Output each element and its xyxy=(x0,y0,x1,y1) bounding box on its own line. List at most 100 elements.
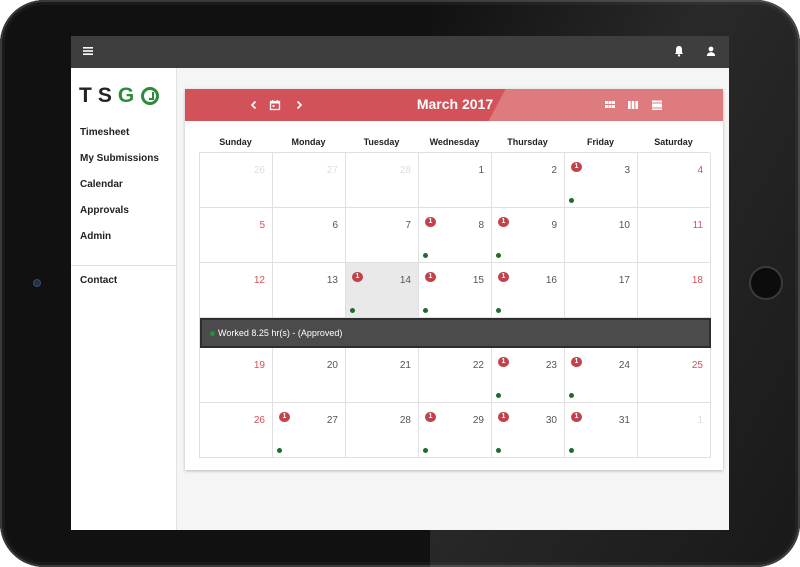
entry-count-badge[interactable]: 1 xyxy=(498,272,509,282)
day-cell[interactable]: 26 xyxy=(200,403,273,458)
day-cell[interactable]: 31 1 xyxy=(565,403,638,458)
entry-count-badge[interactable]: 1 xyxy=(498,217,509,227)
day-cell[interactable]: 29 1 xyxy=(419,403,492,458)
day-cell[interactable]: 12 xyxy=(200,263,273,318)
entry-count-badge[interactable]: 1 xyxy=(352,272,363,282)
day-number: 11 xyxy=(692,220,703,231)
day-cell[interactable]: 17 xyxy=(565,263,638,318)
day-detail-bar[interactable]: Worked 8.25 hr(s) - (Approved) xyxy=(200,318,711,348)
day-cell[interactable]: 28 xyxy=(346,403,419,458)
approved-status-dot xyxy=(350,308,355,313)
day-number: 2 xyxy=(551,165,557,176)
day-number: 30 xyxy=(545,415,557,426)
day-number: 31 xyxy=(618,415,630,426)
day-cell[interactable]: 1 xyxy=(419,153,492,208)
day-cell[interactable]: 4 xyxy=(638,153,711,208)
day-cell[interactable]: 11 xyxy=(638,208,711,263)
week-view-icon[interactable] xyxy=(626,98,640,112)
user-icon[interactable] xyxy=(704,44,720,60)
day-cell[interactable]: 2 xyxy=(492,153,565,208)
sidebar-item-calendar[interactable]: Calendar xyxy=(80,179,123,190)
week-row: 5 6 7 8 1 9 1 10 11 xyxy=(200,208,711,263)
day-cell[interactable]: 31 xyxy=(565,153,638,208)
entry-count-badge[interactable]: 1 xyxy=(425,412,436,422)
weekday-header-row: Sunday Monday Tuesday Wednesday Thursday Frid… xyxy=(199,137,710,153)
tablet-frame: TSG Timesheet My Submissions Calendar Ap… xyxy=(0,0,800,567)
weekday-header: Thursday xyxy=(507,137,548,147)
approved-status-dot xyxy=(569,393,574,398)
day-cell[interactable]: 16 1 xyxy=(492,263,565,318)
entry-count-badge[interactable]: 1 xyxy=(498,412,509,422)
sidebar-item-approvals[interactable]: Approvals xyxy=(80,205,129,216)
entry-count-badge[interactable]: 1 xyxy=(498,357,509,367)
day-number: 21 xyxy=(399,360,411,371)
weekday-header: Sunday xyxy=(219,137,252,147)
month-view-icon[interactable] xyxy=(603,98,617,112)
day-number: 17 xyxy=(618,275,630,286)
entry-count-badge[interactable]: 1 xyxy=(425,217,436,227)
day-cell[interactable]: 15 1 xyxy=(419,263,492,318)
day-cell[interactable]: 27 1 xyxy=(273,403,346,458)
day-cell[interactable]: 1 xyxy=(638,403,711,458)
weekday-header: Friday xyxy=(586,137,614,147)
sidebar-item-my-submissions[interactable]: My Submissions xyxy=(80,153,159,164)
day-cell[interactable]: 25 xyxy=(638,348,711,403)
sidebar-item-contact[interactable]: Contact xyxy=(80,275,117,286)
week-row: 12 13 14 1 15 1 16 1 17 18 xyxy=(200,263,711,318)
calendar-icon[interactable] xyxy=(268,98,282,112)
day-cell[interactable]: 5 xyxy=(200,208,273,263)
day-number: 7 xyxy=(405,220,411,231)
day-cell[interactable]: 10 xyxy=(565,208,638,263)
approved-status-dot xyxy=(210,331,215,336)
day-view-icon[interactable] xyxy=(650,98,664,112)
day-cell[interactable]: 26 xyxy=(200,153,273,208)
approved-status-dot xyxy=(423,448,428,453)
entry-count-badge[interactable]: 1 xyxy=(571,162,582,172)
day-cell[interactable]: 30 1 xyxy=(492,403,565,458)
day-cell[interactable]: 18 xyxy=(638,263,711,318)
home-button[interactable] xyxy=(749,266,783,300)
approved-status-dot xyxy=(569,448,574,453)
approved-status-dot xyxy=(496,393,501,398)
bell-icon[interactable] xyxy=(672,44,688,60)
day-cell[interactable]: 23 1 xyxy=(492,348,565,403)
tsgo-logo[interactable]: TSG xyxy=(79,84,160,108)
day-cell[interactable]: 14 1 xyxy=(346,263,419,318)
day-number: 12 xyxy=(253,275,265,286)
day-number: 27 xyxy=(326,415,338,426)
camera-icon xyxy=(33,279,41,287)
approved-status-dot xyxy=(423,308,428,313)
day-cell[interactable]: 24 1 xyxy=(565,348,638,403)
chevron-left-icon[interactable] xyxy=(247,98,261,112)
day-number: 9 xyxy=(551,220,557,231)
entry-count-badge[interactable]: 1 xyxy=(571,412,582,422)
app-screen: TSG Timesheet My Submissions Calendar Ap… xyxy=(71,36,729,530)
day-cell[interactable]: 21 xyxy=(346,348,419,403)
day-cell[interactable]: 91 xyxy=(492,208,565,263)
day-number: 16 xyxy=(545,275,557,286)
sidebar-item-admin[interactable]: Admin xyxy=(80,231,111,242)
day-cell[interactable]: 28 xyxy=(346,153,419,208)
entry-count-badge[interactable]: 1 xyxy=(571,357,582,367)
day-cell[interactable]: 6 xyxy=(273,208,346,263)
day-number: 24 xyxy=(618,360,630,371)
day-cell[interactable]: 13 xyxy=(273,263,346,318)
month-grid: 26 27 28 1 2 3 1 4 5 6 7 8 1 9 1 10 11 12 13 14 1 15 1 16 1 17 18 W… xyxy=(199,152,711,458)
calendar-card: March 2017 Sunday Monday Tuesday Wednesday T… xyxy=(185,89,723,470)
day-number: 3 xyxy=(624,165,630,176)
day-cell[interactable]: 81 xyxy=(419,208,492,263)
day-number: 22 xyxy=(472,360,484,371)
day-cell[interactable]: 27 xyxy=(273,153,346,208)
day-cell[interactable]: 19 xyxy=(200,348,273,403)
entry-count-badge[interactable]: 1 xyxy=(425,272,436,282)
sidebar-divider xyxy=(71,265,176,266)
chevron-right-icon[interactable] xyxy=(292,98,306,112)
entry-count-badge[interactable]: 1 xyxy=(279,412,290,422)
day-cell[interactable]: 7 xyxy=(346,208,419,263)
day-cell[interactable]: 20 xyxy=(273,348,346,403)
weekday-header: Tuesday xyxy=(363,137,400,147)
sidebar-item-timesheet[interactable]: Timesheet xyxy=(80,127,129,138)
sidebar: TSG Timesheet My Submissions Calendar Ap… xyxy=(71,68,177,530)
day-cell[interactable]: 22 xyxy=(419,348,492,403)
menu-icon[interactable] xyxy=(81,44,97,60)
